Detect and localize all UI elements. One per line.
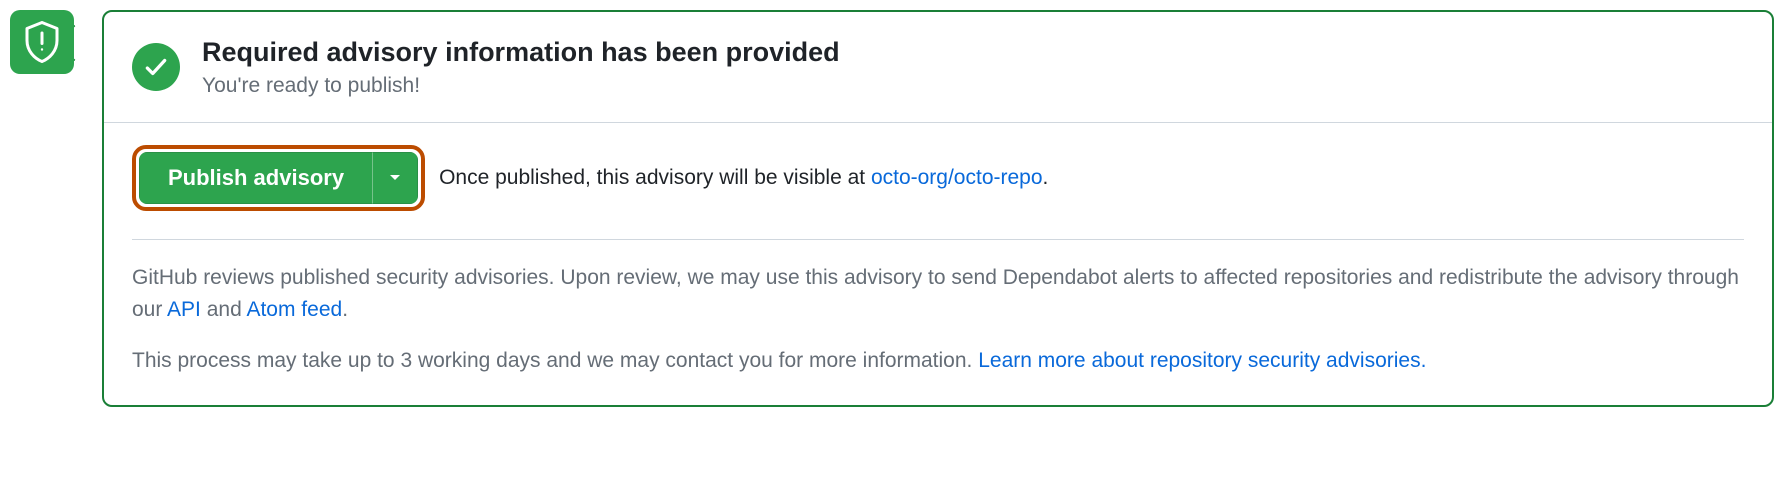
publish-highlight-outline: Publish advisory xyxy=(132,145,425,211)
divider xyxy=(132,239,1744,240)
publish-description: Once published, this advisory will be vi… xyxy=(439,166,1048,190)
shield-badge xyxy=(10,10,74,74)
caret-down-icon xyxy=(389,174,401,182)
info2-text-a: This process may take up to 3 working da… xyxy=(132,349,978,372)
check-circle xyxy=(132,43,180,91)
panel-subtitle: You're ready to publish! xyxy=(202,74,840,98)
info1-and: and xyxy=(201,298,247,321)
panel-body: Publish advisory Once published, this ad… xyxy=(104,123,1772,406)
panel-title: Required advisory information has been p… xyxy=(202,36,840,70)
info1-end: . xyxy=(342,298,348,321)
publish-advisory-button[interactable]: Publish advisory xyxy=(139,152,372,204)
learn-more-link[interactable]: Learn more about repository security adv… xyxy=(978,349,1426,372)
shield-alert-icon xyxy=(23,21,61,63)
publish-button-group: Publish advisory xyxy=(139,152,418,204)
info-paragraph-1: GitHub reviews published security adviso… xyxy=(132,262,1744,327)
advisory-wrapper: Required advisory information has been p… xyxy=(10,10,1774,407)
panel-header: Required advisory information has been p… xyxy=(104,12,1772,123)
publish-text-prefix: Once published, this advisory will be vi… xyxy=(439,166,871,189)
check-icon xyxy=(143,54,169,80)
title-block: Required advisory information has been p… xyxy=(202,36,840,98)
api-link[interactable]: API xyxy=(167,298,201,321)
info1-text-a: GitHub reviews published security adviso… xyxy=(132,266,1739,322)
panel-column: Required advisory information has been p… xyxy=(74,10,1774,407)
advisory-panel: Required advisory information has been p… xyxy=(102,10,1774,407)
publish-advisory-dropdown[interactable] xyxy=(372,152,418,204)
publish-text-suffix: . xyxy=(1043,166,1049,189)
publish-row: Publish advisory Once published, this ad… xyxy=(132,145,1744,211)
info-paragraph-2: This process may take up to 3 working da… xyxy=(132,345,1744,378)
atom-feed-link[interactable]: Atom feed xyxy=(246,298,342,321)
badge-column xyxy=(10,10,74,74)
repo-link[interactable]: octo-org/octo-repo xyxy=(871,166,1043,189)
